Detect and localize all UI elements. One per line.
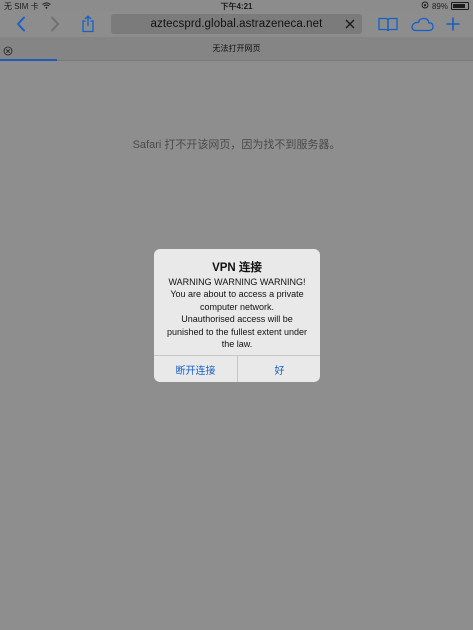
alert-message: WARNING WARNING WARNING! You are about t… — [166, 277, 308, 350]
tab-bar: 无法打开网页 — [0, 37, 473, 61]
status-bar: 无 SIM 卡 下午4:21 89% — [0, 0, 473, 11]
clear-icon — [345, 19, 355, 29]
error-message: Safari 打不开该网页，因为找不到服务器。 — [132, 139, 341, 151]
forward-icon — [51, 16, 59, 32]
url-text: aztecsprd.global.astrazeneca.net — [150, 18, 323, 30]
back-button[interactable] — [12, 11, 30, 37]
share-icon — [82, 15, 94, 33]
battery-fill — [453, 4, 465, 8]
forward-button[interactable] — [46, 11, 64, 37]
lock-rotation-icon — [421, 1, 429, 11]
vpn-alert-dialog: VPN 连接 WARNING WARNING WARNING! You are … — [154, 249, 320, 382]
clear-url-button[interactable] — [343, 17, 357, 31]
alert-title: VPN 连接 — [212, 262, 262, 274]
disconnect-button[interactable]: 断开连接 — [154, 356, 237, 382]
status-right: 89% — [421, 1, 469, 11]
battery-icon — [451, 2, 469, 10]
toolbar: aztecsprd.global.astrazeneca.net — [0, 11, 473, 37]
bookmarks-icon — [378, 17, 398, 31]
battery-percent: 89% — [431, 1, 448, 11]
share-button[interactable] — [78, 11, 98, 37]
active-tab-indicator — [0, 59, 57, 61]
icloud-tabs-button[interactable] — [409, 11, 435, 37]
back-icon — [17, 16, 25, 32]
ok-button[interactable]: 好 — [238, 356, 320, 382]
new-tab-icon — [446, 17, 460, 31]
icloud-tabs-icon — [411, 17, 434, 31]
address-bar[interactable]: aztecsprd.global.astrazeneca.net — [111, 14, 362, 34]
tab-title[interactable]: 无法打开网页 — [0, 43, 473, 54]
new-tab-button[interactable] — [444, 11, 462, 37]
bookmarks-button[interactable] — [377, 11, 399, 37]
